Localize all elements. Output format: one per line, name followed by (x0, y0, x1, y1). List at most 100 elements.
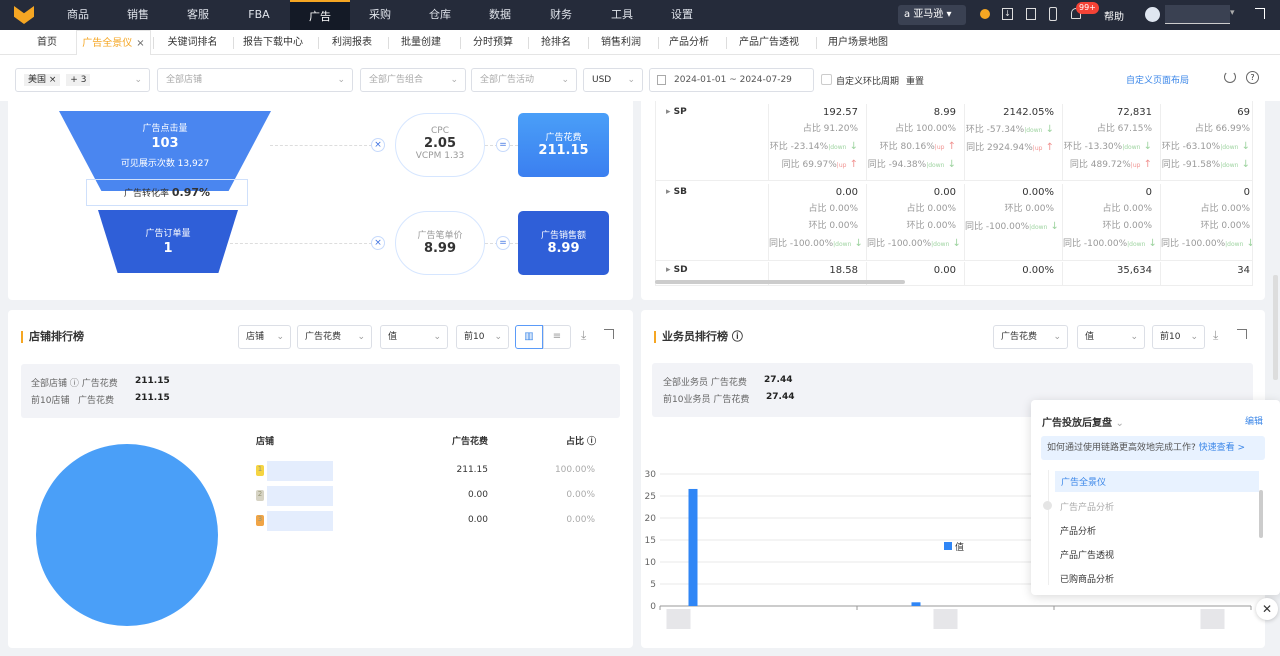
cell-line: 0.00 (933, 187, 956, 198)
row-expand-toggle[interactable]: ▸ SB (666, 187, 687, 197)
tab-item[interactable]: 分时预算 (462, 30, 524, 55)
arrow-down-icon: |down (1225, 241, 1252, 248)
username-field[interactable] (1165, 5, 1230, 24)
workflow-item[interactable]: 已购商品分析 (1060, 572, 1114, 585)
nav-item[interactable]: 工具 (592, 0, 652, 30)
custom-period-checkbox[interactable] (821, 74, 832, 85)
refresh-icon[interactable] (1224, 71, 1236, 83)
value-select[interactable]: 值 ⌄ (380, 325, 448, 349)
shop-name-redacted (267, 511, 333, 531)
popup-title[interactable]: 广告投放后复盘 ⌄ (1042, 414, 1124, 429)
workflow-item[interactable]: 产品分析 (1060, 524, 1096, 537)
nav-item[interactable]: 采购 (350, 0, 410, 30)
bulb-icon[interactable] (980, 9, 990, 19)
help-link[interactable]: 帮助 (1104, 8, 1124, 23)
tab-item[interactable]: 批量创建 (390, 30, 452, 55)
table-cell: 0.00 占比 0.00% 环比 0.00% 同比 -100.00%|down (768, 184, 866, 261)
page-scrollbar[interactable] (1273, 275, 1278, 380)
workflow-item[interactable]: 广告产品分析 (1060, 500, 1114, 513)
nav-item[interactable]: 数据 (470, 0, 530, 30)
cell-line: 占比 0.00% (1200, 204, 1250, 214)
step-dot-icon (1043, 501, 1052, 510)
shop-share: 0.00% (566, 515, 595, 525)
list-view-button[interactable]: ≡ (543, 325, 571, 349)
table-cell: 8.99 占比 100.00% 环比 80.16%|up同比 -94.38%|dow… (866, 104, 964, 181)
download-icon[interactable]: ⤓ (1213, 328, 1218, 343)
horizontal-scrollbar[interactable] (655, 280, 905, 284)
currency-select[interactable]: USD ⌄ (583, 68, 643, 92)
tab-item[interactable]: 抢排名 (530, 30, 582, 55)
metric-select[interactable]: 广告花费 ⌄ (297, 325, 372, 349)
quick-view-link[interactable]: 快速查看 > (1199, 443, 1245, 453)
workflow-item[interactable]: 广告全景仪 (1055, 471, 1259, 492)
dimension-select[interactable]: 店铺 ⌄ (238, 325, 291, 349)
portfolio-select[interactable]: 全部广告组合 ⌄ (360, 68, 466, 92)
reset-button[interactable]: 重置 (906, 74, 924, 87)
top-n-select[interactable]: 前10 ⌄ (456, 325, 509, 349)
nav-item[interactable]: 财务 (531, 0, 591, 30)
tab-item[interactable]: 产品分析 (660, 30, 718, 55)
logo-icon[interactable] (14, 6, 34, 24)
bar-chart-view-button[interactable]: ▥ (515, 325, 543, 349)
nav-item[interactable]: 商品 (48, 0, 108, 30)
arrow-up-icon: |up (837, 162, 858, 169)
tab-item[interactable]: 用户场景地图 (818, 30, 898, 55)
tab-item[interactable]: 关键词排名 (155, 30, 230, 55)
metric-select[interactable]: 广告花费 ⌄ (993, 325, 1068, 349)
nav-item[interactable]: 客服 (168, 0, 228, 30)
close-tab-icon[interactable]: × (136, 38, 144, 49)
user-menu-chevron-icon[interactable]: ▾ (1230, 8, 1235, 18)
tab-item[interactable]: 首页 (22, 30, 72, 55)
expand-icon[interactable] (604, 329, 614, 339)
custom-period-label[interactable]: 自定义环比周期 (836, 74, 899, 87)
panel-title: 店铺排行榜 (21, 331, 84, 343)
fullscreen-icon[interactable] (1255, 8, 1265, 19)
calendar-icon (657, 75, 666, 85)
workflow-item[interactable]: 产品广告透视 (1060, 548, 1114, 561)
tab-item[interactable]: 广告全景仪 × (76, 30, 151, 55)
shop-select[interactable]: 全部店铺 ⌄ (157, 68, 353, 92)
cell-line: 0.00% (1022, 265, 1054, 276)
mobile-icon[interactable] (1049, 7, 1057, 21)
expand-icon[interactable] (1237, 329, 1247, 339)
tab-item[interactable]: 报告下载中心 (235, 30, 311, 55)
country-select[interactable]: 美国 × + 3 ⌄ (15, 68, 150, 92)
avatar[interactable] (1145, 7, 1160, 22)
nav-item[interactable]: 仓库 (410, 0, 470, 30)
top-n-select[interactable]: 前10 ⌄ (1152, 325, 1205, 349)
filter-bar: 美国 × + 3 ⌄ 全部店铺 ⌄ 全部广告组合 ⌄ 全部广告活动 ⌄ USD ⌄ 202… (0, 55, 1280, 101)
nav-item[interactable]: 广告 (290, 0, 350, 30)
shop-name-redacted (267, 461, 333, 481)
help-icon[interactable]: ? (1246, 71, 1259, 84)
nav-item[interactable]: FBA (229, 0, 289, 30)
value-select[interactable]: 值 ⌄ (1077, 325, 1145, 349)
arrow-down-icon: |down (833, 241, 863, 248)
campaign-select[interactable]: 全部广告活动 ⌄ (471, 68, 577, 92)
x-label-redacted (666, 609, 691, 629)
tab-item[interactable]: 产品广告透视 (728, 30, 810, 55)
shop-spend: 211.15 (456, 465, 489, 475)
task-icon[interactable] (1026, 8, 1036, 20)
cell-line: 35,634 (1117, 265, 1152, 276)
tab-item[interactable]: 利润报表 (320, 30, 384, 55)
cell-line: 环比 80.16%|up (867, 138, 956, 156)
download-icon[interactable]: ↓ (1002, 8, 1013, 20)
edit-link[interactable]: 编辑 (1245, 414, 1263, 427)
cell-line: 占比 0.00% (906, 204, 956, 214)
arrow-down-icon: |down (1220, 162, 1250, 169)
nav-item[interactable]: 销售 (108, 0, 168, 30)
row-expand-toggle[interactable]: ▸ SD (666, 265, 688, 275)
clicks-label: 广告点击量 (142, 124, 188, 134)
row-expand-toggle[interactable]: ▸ SP (666, 107, 687, 117)
date-range-picker[interactable]: 2024-01-01 ~ 2024-07-29 (649, 68, 814, 92)
download-icon[interactable]: ⤓ (581, 328, 586, 343)
table-row: ▸ SP 192.57 占比 91.20% 环比 -23.14%|down同比 69.… (656, 101, 1252, 181)
custom-layout-link[interactable]: 自定义页面布局 (1126, 73, 1189, 86)
popup-scrollbar[interactable] (1259, 490, 1263, 538)
close-popup-button[interactable]: ✕ (1256, 598, 1278, 620)
x-label-redacted (1200, 609, 1225, 629)
platform-select[interactable]: a 亚马逊 ▾ (898, 5, 966, 25)
tab-item[interactable]: 销售利润 (590, 30, 652, 55)
arrow-down-icon: |down (1127, 241, 1157, 248)
nav-item[interactable]: 设置 (652, 0, 712, 30)
